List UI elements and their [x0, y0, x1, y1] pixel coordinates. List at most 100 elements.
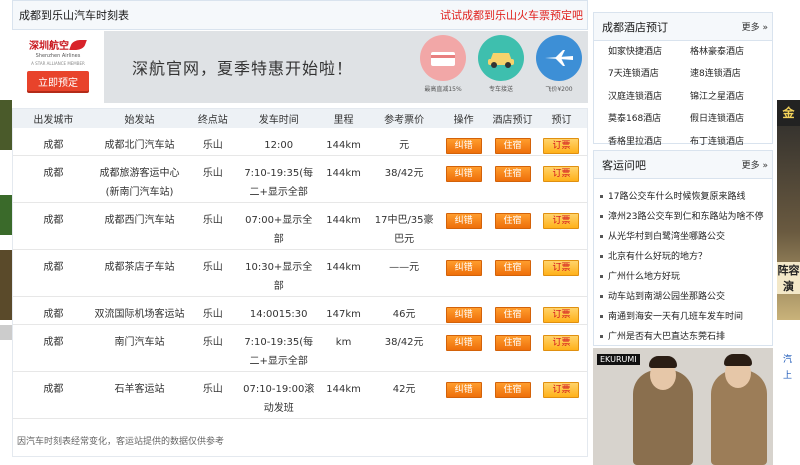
cell-end-station: 乐山 — [185, 155, 241, 203]
hotel-link[interactable]: 速8连锁酒店 — [690, 67, 772, 85]
bullet-icon — [600, 295, 603, 298]
hotel-link[interactable]: 假日连锁酒店 — [690, 112, 772, 130]
report-error-button[interactable]: 纠错 — [445, 166, 482, 182]
hotel-more-link[interactable]: 更多 » — [742, 20, 768, 33]
faq-link[interactable]: 广州是否有大巴直达东莞石排 — [600, 327, 772, 347]
left-ad-thumb[interactable] — [0, 325, 12, 340]
bullet-icon — [600, 315, 603, 318]
hotel-link[interactable]: 布丁连锁酒店 — [690, 135, 772, 153]
book-ticket-button[interactable]: 订票 — [543, 260, 580, 276]
airline-ad-banner[interactable]: 深圳航空 Shenzhen Airlines A STAR ALLIANCE M… — [12, 31, 588, 103]
cell-action: 纠错 — [438, 202, 490, 250]
car-icon — [478, 35, 524, 81]
cell-end-station: 乐山 — [185, 202, 241, 250]
cell-action: 纠错 — [438, 371, 490, 419]
table-row: 成都 成都西门汽车站 乐山 07:00+显示全部 144km 17中巴/35豪巴元 纠错 住宿… — [13, 202, 587, 250]
cell-action: 纠错 — [438, 155, 490, 203]
bullet-icon — [600, 195, 603, 198]
hotel-button[interactable]: 住宿 — [494, 382, 531, 398]
hotel-button[interactable]: 住宿 — [494, 166, 531, 182]
hotel-link[interactable]: 香格里拉酒店 — [608, 135, 690, 153]
hotel-button[interactable]: 住宿 — [494, 307, 531, 323]
bullet-icon — [600, 275, 603, 278]
far-right-link[interactable]: 上 — [777, 368, 800, 384]
bullet-icon — [600, 215, 603, 218]
ad-caption: 最高直减15% — [424, 86, 462, 93]
table-row: 成都 成都旅游客运中心(新南门汽车站) 乐山 7:10-19:35(每二+显示全部 14… — [13, 155, 587, 203]
book-ticket-button[interactable]: 订票 — [543, 307, 580, 323]
clothing-ad[interactable]: EKURUMI — [593, 348, 773, 465]
cell-action: 订票 — [535, 324, 587, 372]
hotel-link[interactable]: 格林豪泰酒店 — [690, 45, 772, 63]
cell-start-station: 石羊客运站 — [93, 371, 186, 419]
hotel-link[interactable]: 如家快捷酒店 — [608, 45, 690, 63]
book-ticket-button[interactable]: 订票 — [543, 138, 580, 154]
airline-logo-box: 深圳航空 Shenzhen Airlines A STAR ALLIANCE M… — [12, 31, 104, 103]
table-row: 成都 南门汽车站 乐山 7:10-19:35(每二+显示全部 km 38/42元 纠错 住宿订… — [13, 324, 587, 372]
cell-start-station: 成都北门汽车站 — [93, 128, 186, 156]
book-now-button[interactable]: 立即预定 — [27, 71, 89, 91]
faq-link[interactable]: 17路公交车什么时候恢复原来路线 — [600, 187, 772, 207]
report-error-button[interactable]: 纠错 — [445, 307, 482, 323]
cell-depart-time: 14:0015:30 — [240, 296, 317, 325]
hotel-button[interactable]: 住宿 — [494, 335, 531, 351]
cell-action: 订票 — [535, 202, 587, 250]
cell-start-station: 双流国际机场客运站 — [93, 296, 186, 325]
report-error-button[interactable]: 纠错 — [445, 382, 482, 398]
report-error-button[interactable]: 纠错 — [445, 335, 482, 351]
hotel-button[interactable]: 住宿 — [494, 213, 531, 229]
train-ticket-link[interactable]: 试试成都到乐山火车票预定吧 — [440, 7, 583, 23]
table-row: 成都 成都茶店子车站 乐山 10:30+显示全部 144km ——元 纠错 住宿 订票 — [13, 249, 587, 297]
report-error-button[interactable]: 纠错 — [445, 260, 482, 276]
table-header-row: 出发城市 始发站 终点站 发车时间 里程 参考票价 操作 酒店预订 预订 — [13, 109, 587, 128]
faq-box: 客运问吧 更多 » 17路公交车什么时候恢复原来路线 漳州23路公交车到仁和东路站… — [593, 150, 773, 346]
hotel-link[interactable]: 莫泰168酒店 — [608, 112, 690, 130]
cell-action: 纠错 — [438, 296, 490, 325]
faq-link[interactable]: 从光华村到白鹭湾坐哪路公交 — [600, 227, 772, 247]
cell-action: 纠错 — [438, 324, 490, 372]
cell-distance: 144km — [316, 128, 371, 156]
cell-end-station: 乐山 — [185, 324, 241, 372]
airline-logo-text: 深圳航空 — [29, 41, 69, 52]
faq-more-link[interactable]: 更多 » — [742, 158, 768, 171]
timetable-header: 成都到乐山汽车时刻表 试试成都到乐山火车票预定吧 — [12, 0, 588, 30]
faq-link[interactable]: 南通到海安一天有几班车发车时间 — [600, 307, 772, 327]
hotel-link[interactable]: 锦江之星酒店 — [690, 90, 772, 108]
ad-caption: 专车接送 — [488, 86, 513, 93]
far-right-link[interactable]: 汽 — [777, 352, 800, 368]
airline-logo-en: Shenzhen Airlines — [35, 53, 81, 59]
column-header: 参考票价 — [370, 109, 439, 128]
cell-action: 住宿 — [489, 155, 536, 203]
report-error-button[interactable]: 纠错 — [445, 138, 482, 154]
book-ticket-button[interactable]: 订票 — [543, 166, 580, 182]
hotel-link[interactable]: 7天连锁酒店 — [608, 67, 690, 85]
cell-action: 住宿 — [489, 128, 536, 156]
faq-link[interactable]: 北京有什么好玩的地方？ — [600, 247, 772, 267]
left-ad-thumb[interactable] — [0, 100, 12, 150]
faq-link[interactable]: 广州什么地方好玩 — [600, 267, 772, 287]
book-ticket-button[interactable]: 订票 — [543, 213, 580, 229]
left-ad-thumb[interactable] — [0, 195, 12, 235]
book-ticket-button[interactable]: 订票 — [543, 382, 580, 398]
hotel-button[interactable]: 住宿 — [494, 260, 531, 276]
left-ad-thumb[interactable] — [0, 250, 12, 320]
report-error-button[interactable]: 纠错 — [445, 213, 482, 229]
cell-distance: 144km — [316, 155, 371, 203]
book-ticket-button[interactable]: 订票 — [543, 335, 580, 351]
faq-link[interactable]: 动车站到南湖公园坐那路公交 — [600, 287, 772, 307]
cell-action: 住宿 — [489, 249, 536, 297]
cell-from-city: 成都 — [13, 324, 94, 372]
bullet-icon — [600, 335, 603, 338]
cell-from-city: 成都 — [13, 249, 94, 297]
column-header: 酒店预订 — [489, 109, 536, 128]
ad-panel[interactable]: 深航官网，夏季特惠开始啦！ 最高直减15% 专车接送 飞价¥200 — [104, 31, 588, 103]
cell-end-station: 乐山 — [185, 128, 241, 156]
page-title: 成都到乐山汽车时刻表 — [19, 9, 129, 22]
hotel-link[interactable]: 汉庭连锁酒店 — [608, 90, 690, 108]
discount-icon — [420, 35, 466, 81]
faq-link[interactable]: 漳州23路公交车到仁和东路站为啥不停 — [600, 207, 772, 227]
hotel-button[interactable]: 住宿 — [494, 138, 531, 154]
column-header: 发车时间 — [240, 109, 317, 128]
cell-action: 住宿 — [489, 371, 536, 419]
cell-price: 17中巴/35豪巴元 — [370, 202, 439, 250]
